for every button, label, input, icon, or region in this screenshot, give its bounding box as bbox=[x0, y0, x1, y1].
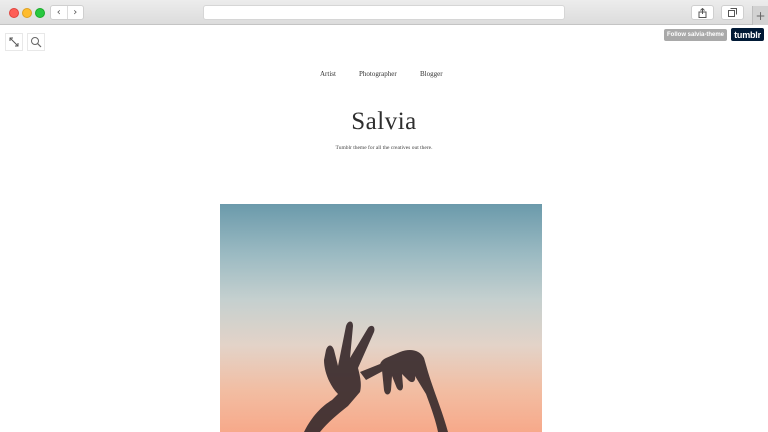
nav-item-artist[interactable]: Artist bbox=[320, 70, 336, 78]
close-window-button[interactable] bbox=[9, 8, 19, 18]
follow-button[interactable]: Follow salvia-theme bbox=[664, 29, 727, 41]
hands-silhouette bbox=[304, 321, 448, 432]
minimize-window-button[interactable] bbox=[22, 8, 32, 18]
expand-arrows-icon bbox=[9, 37, 19, 47]
back-button[interactable]: ‹ bbox=[51, 6, 67, 19]
share-icon bbox=[698, 7, 707, 18]
share-button[interactable] bbox=[691, 5, 714, 20]
forward-button[interactable]: › bbox=[66, 6, 84, 19]
post-photo[interactable] bbox=[220, 204, 542, 432]
address-bar[interactable] bbox=[203, 5, 565, 20]
tumblr-logo[interactable]: tumblr bbox=[731, 28, 764, 41]
main-nav: Artist Photographer Blogger bbox=[0, 70, 768, 80]
show-tabs-button[interactable] bbox=[721, 5, 744, 20]
browser-toolbar: ‹ › + bbox=[0, 0, 768, 25]
blog-tagline: Tumblr theme for all the creatives out t… bbox=[335, 145, 433, 151]
zoom-window-button[interactable] bbox=[35, 8, 45, 18]
tabs-icon bbox=[728, 8, 737, 17]
page-content: Follow salvia-theme tumblr Artist Photog… bbox=[0, 25, 768, 432]
search-icon bbox=[31, 37, 42, 48]
search-button[interactable] bbox=[27, 33, 45, 51]
expand-button[interactable] bbox=[5, 33, 23, 51]
new-tab-button[interactable]: + bbox=[752, 6, 768, 25]
nav-item-blogger[interactable]: Blogger bbox=[420, 70, 443, 78]
history-nav: ‹ › bbox=[50, 5, 84, 20]
blog-title[interactable]: Salvia bbox=[0, 108, 768, 136]
nav-item-photographer[interactable]: Photographer bbox=[359, 70, 397, 78]
